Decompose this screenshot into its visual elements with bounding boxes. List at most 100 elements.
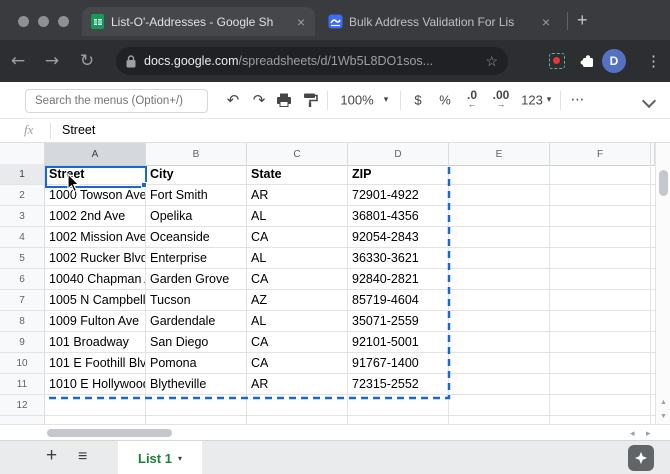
minimize-window-button[interactable] [38,16,49,27]
row-header-2[interactable]: 2 [0,185,45,206]
row-header-3[interactable]: 3 [0,206,45,227]
cell-A8[interactable]: 1009 Fulton Ave [45,311,146,332]
cell-F4[interactable] [550,227,651,248]
cell-D6[interactable]: 92840-2821 [348,269,449,290]
cell-A3[interactable]: 1002 2nd Ave [45,206,146,227]
back-icon[interactable]: ← [11,51,25,71]
cell-F5[interactable] [550,248,651,269]
cell-D7[interactable]: 85719-4604 [348,290,449,311]
cell-C7[interactable]: AZ [247,290,348,311]
cell-A11[interactable]: 1010 E Hollywood [45,374,146,395]
decrease-decimal-button[interactable]: .0 ← [467,91,477,109]
cell-E11[interactable] [449,374,550,395]
forward-icon[interactable]: → [45,51,59,71]
cell-D5[interactable]: 36330-3621 [348,248,449,269]
row-header-10[interactable]: 10 [0,353,45,374]
scroll-down-icon[interactable]: ▼ [656,410,670,424]
column-header-E[interactable]: E [449,143,550,166]
formula-bar-value[interactable]: Street [62,123,95,137]
cell-C12[interactable] [247,395,348,416]
cell-D12[interactable] [348,395,449,416]
collapse-menus-chevron-icon[interactable] [644,96,654,106]
cell-C4[interactable]: CA [247,227,348,248]
tab-smarty[interactable]: Bulk Address Validation For Lis × [320,7,560,36]
cell-E5[interactable] [449,248,550,269]
cell-B3[interactable]: Opelika [146,206,247,227]
cell-D9[interactable]: 92101-5001 [348,332,449,353]
cell-F10[interactable] [550,353,651,374]
row-header-1[interactable]: 1 [0,164,45,185]
number-format-button[interactable]: 123 [521,93,543,108]
cell-F2[interactable] [550,185,651,206]
more-toolbar-options-button[interactable]: ⋯ [571,92,586,108]
explore-button[interactable] [628,445,654,471]
scroll-right-icon[interactable]: ▸ [646,426,651,440]
column-header-C[interactable]: C [247,143,348,166]
cell-D2[interactable]: 72901-4922 [348,185,449,206]
column-header-B[interactable]: B [146,143,247,166]
cell-D3[interactable]: 36801-4356 [348,206,449,227]
row-header-9[interactable]: 9 [0,332,45,353]
horizontal-scrollbar-thumb[interactable] [47,429,172,437]
undo-icon[interactable]: ↶ [227,91,240,109]
cell-C5[interactable]: AL [247,248,348,269]
cell-A6[interactable]: 10040 Chapman Ave [45,269,146,290]
cell-E9[interactable] [449,332,550,353]
cell-E7[interactable] [449,290,550,311]
row-header-6[interactable]: 6 [0,269,45,290]
new-tab-button[interactable]: + [577,10,588,30]
row-header-5[interactable]: 5 [0,248,45,269]
cell-B9[interactable]: San Diego [146,332,247,353]
close-window-button[interactable] [18,16,29,27]
paint-format-icon[interactable] [302,92,318,108]
row-header-7[interactable]: 7 [0,290,45,311]
cell-E1[interactable] [449,164,550,185]
cell-B7[interactable]: Tucson [146,290,247,311]
cell-B10[interactable]: Pomona [146,353,247,374]
bookmark-star-icon[interactable]: ☆ [485,53,498,70]
cell-C1[interactable]: State [247,164,348,185]
vertical-scrollbar[interactable]: ▲ ▼ [655,143,670,424]
extensions-puzzle-icon[interactable] [580,53,596,69]
column-header-F[interactable]: F [550,143,651,166]
cell-A5[interactable]: 1002 Rucker Blvd [45,248,146,269]
cell-B12[interactable] [146,395,247,416]
cell-B1[interactable]: City [146,164,247,185]
column-header-A[interactable]: A [45,143,146,166]
cell-C8[interactable]: AL [247,311,348,332]
cell-A4[interactable]: 1002 Mission Ave [45,227,146,248]
cell-F9[interactable] [550,332,651,353]
cell-E4[interactable] [449,227,550,248]
cell-B8[interactable]: Gardendale [146,311,247,332]
redo-icon[interactable]: ↷ [253,91,266,109]
cell-F3[interactable] [550,206,651,227]
cell-A7[interactable]: 1005 N Campbell [45,290,146,311]
row-header-4[interactable]: 4 [0,227,45,248]
cell-E2[interactable] [449,185,550,206]
browser-menu-icon[interactable]: ⋮ [646,52,661,70]
add-sheet-button[interactable]: + [46,445,57,467]
cell-C9[interactable]: CA [247,332,348,353]
address-bar[interactable]: docs.google.com/spreadsheets/d/1Wb5L8DO1… [116,47,508,75]
vertical-scrollbar-thumb[interactable] [659,170,668,196]
cell-B5[interactable]: Enterprise [146,248,247,269]
cell-B4[interactable]: Oceanside [146,227,247,248]
all-sheets-icon[interactable]: ≡ [78,448,87,466]
cell-D10[interactable]: 91767-1400 [348,353,449,374]
cell-F12[interactable] [550,395,651,416]
reload-icon[interactable]: ↻ [80,51,94,71]
sheet-tab-list1[interactable]: List 1 ▾ [118,441,202,474]
cell-C3[interactable]: AL [247,206,348,227]
format-currency-button[interactable]: $ [414,93,421,108]
cell-A10[interactable]: 101 E Foothill Blvd [45,353,146,374]
cell-E12[interactable] [449,395,550,416]
column-header-D[interactable]: D [348,143,449,166]
fill-handle[interactable] [141,182,147,188]
tab-sheets[interactable]: List-O'-Addresses - Google Sh × [82,7,315,36]
cell-A2[interactable]: 1000 Towson Ave [45,185,146,206]
cell-B6[interactable]: Garden Grove [146,269,247,290]
cell-B2[interactable]: Fort Smith [146,185,247,206]
zoom-select[interactable]: 100% [340,93,373,108]
cell-D8[interactable]: 35071-2559 [348,311,449,332]
row-header-12[interactable]: 12 [0,395,45,416]
